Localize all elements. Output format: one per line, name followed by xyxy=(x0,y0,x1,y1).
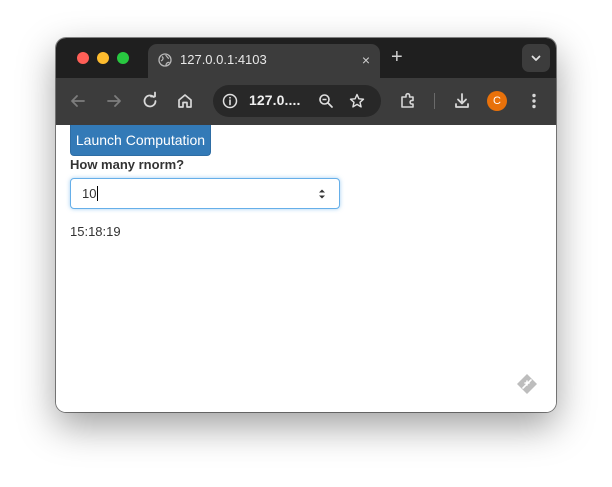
feather-icon[interactable] xyxy=(515,372,539,401)
star-icon[interactable] xyxy=(349,93,365,114)
download-icon[interactable] xyxy=(451,90,473,112)
minimize-window-button[interactable] xyxy=(97,52,109,64)
tab-bar: 127.0.0.1:4103 × + xyxy=(56,38,556,78)
info-icon[interactable] xyxy=(222,93,238,114)
home-icon[interactable] xyxy=(174,90,196,112)
page-content: Launch Computation How many rnorm? 10 15… xyxy=(56,125,556,412)
chevron-down-icon xyxy=(531,55,541,61)
text-caret xyxy=(97,186,99,201)
plus-icon[interactable]: + xyxy=(391,46,403,68)
close-window-button[interactable] xyxy=(77,52,89,64)
tab-active[interactable]: 127.0.0.1:4103 × xyxy=(148,44,380,78)
reload-icon[interactable] xyxy=(139,90,161,112)
fullscreen-window-button[interactable] xyxy=(117,52,129,64)
browser-window: 127.0.0.1:4103 × + 127.0.... C Launch Co… xyxy=(56,38,556,412)
rnorm-input-value: 10 xyxy=(82,186,97,201)
stepper-icon[interactable] xyxy=(317,187,327,206)
kebab-menu-icon[interactable] xyxy=(523,90,545,112)
toolbar: 127.0.... C xyxy=(56,78,556,125)
rnorm-input[interactable]: 10 xyxy=(70,178,340,209)
toolbar-divider xyxy=(434,93,435,109)
tab-title: 127.0.0.1:4103 xyxy=(180,52,267,67)
rnorm-label: How many rnorm? xyxy=(70,157,185,172)
avatar[interactable]: C xyxy=(487,91,507,111)
tab-search-button[interactable] xyxy=(522,44,550,72)
globe-icon xyxy=(158,53,172,67)
extensions-icon[interactable] xyxy=(397,90,419,112)
address-bar[interactable]: 127.0.... xyxy=(213,85,381,117)
launch-computation-button[interactable]: Launch Computation xyxy=(70,125,211,156)
zoom-icon[interactable] xyxy=(318,93,334,114)
close-icon[interactable]: × xyxy=(362,51,370,69)
time-output: 15:18:19 xyxy=(70,224,121,239)
forward-arrow-icon[interactable] xyxy=(103,90,125,112)
url-text: 127.0.... xyxy=(249,92,301,108)
back-arrow-icon[interactable] xyxy=(67,90,89,112)
